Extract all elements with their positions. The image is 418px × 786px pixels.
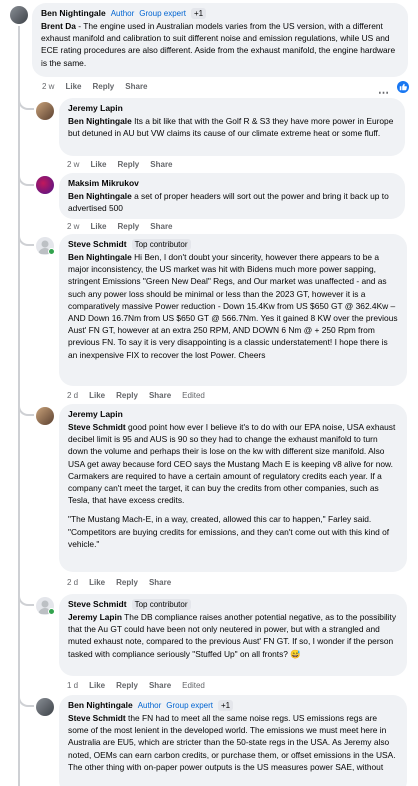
comment-bubble: Jeremy Lapin Steve Schmidt good point ho… xyxy=(59,404,407,572)
mention-link[interactable]: Brent Da xyxy=(41,21,76,31)
reply-button[interactable]: Reply xyxy=(92,82,114,91)
comment-bubble: Steve Schmidt Top contributor Jeremy Lap… xyxy=(59,594,407,676)
mention-link[interactable]: Ben Nightingale xyxy=(68,116,132,126)
badge-count: +1 xyxy=(190,8,207,19)
comment-actions: 2 d Like Reply Share Edited xyxy=(67,391,205,400)
comment-text: Ben Nightingale Its a bit like that with… xyxy=(68,116,394,139)
reply-button[interactable]: Reply xyxy=(117,222,139,231)
author-name[interactable]: Steve Schmidt xyxy=(68,239,127,250)
comment-text: Steve Schmidt the FN had to meet all the… xyxy=(68,713,396,772)
comment-ben-1: Ben Nightingale Author Group expert +1 B… xyxy=(0,0,418,100)
comment-text: Brent Da - The engine used in Australian… xyxy=(41,21,396,68)
mention-link[interactable]: Ben Nightingale xyxy=(68,191,132,201)
quote-text: "The Mustang Mach-E, in a way, created, … xyxy=(68,514,390,549)
comment-steve-2: Steve Schmidt Top contributor Jeremy Lap… xyxy=(0,594,418,694)
reply-button[interactable]: Reply xyxy=(116,578,138,587)
reply-button[interactable]: Reply xyxy=(116,391,138,400)
comment-text: Ben Nightingale Hi Ben, I don't doubt yo… xyxy=(68,252,398,360)
badge-count: +1 xyxy=(217,700,234,711)
comment-text: Ben Nightingale a set of proper headers … xyxy=(68,191,389,214)
avatar[interactable] xyxy=(36,407,54,425)
share-button[interactable]: Share xyxy=(149,391,171,400)
like-button[interactable]: Like xyxy=(89,681,105,690)
avatar[interactable] xyxy=(36,698,54,716)
online-status-icon xyxy=(48,608,55,615)
comment-actions: 1 d Like Reply Share Edited xyxy=(67,681,205,690)
comment-steve-1: Steve Schmidt Top contributor Ben Nighti… xyxy=(0,234,418,404)
online-status-icon xyxy=(48,248,55,255)
comment-actions: 2 w Like Reply Share xyxy=(67,222,173,231)
author-name[interactable]: Steve Schmidt xyxy=(68,599,127,610)
timestamp[interactable]: 2 d xyxy=(67,391,78,400)
comment-actions: 2 d Like Reply Share xyxy=(67,578,171,587)
mention-link[interactable]: Steve Schmidt xyxy=(68,713,126,723)
like-button[interactable]: Like xyxy=(89,578,105,587)
timestamp[interactable]: 2 d xyxy=(67,578,78,587)
avatar[interactable] xyxy=(10,6,28,24)
like-button[interactable]: Like xyxy=(90,160,106,169)
top-contributor-badge: Top contributor xyxy=(131,599,191,610)
like-button[interactable]: Like xyxy=(89,391,105,400)
author-name[interactable]: Maksim Mikrukov xyxy=(68,178,139,189)
comment-jeremy-2: Jeremy Lapin Steve Schmidt good point ho… xyxy=(0,404,418,592)
author-name[interactable]: Ben Nightingale xyxy=(68,700,133,711)
comment-bubble: Jeremy Lapin Ben Nightingale Its a bit l… xyxy=(59,98,405,156)
comment-bubble: Maksim Mikrukov Ben Nightingale a set of… xyxy=(59,173,405,219)
comment-text: Steve Schmidt good point how ever I beli… xyxy=(68,421,398,550)
comment-bubble: Ben Nightingale Author Group expert +1 B… xyxy=(32,3,408,77)
group-expert-badge: Group expert xyxy=(139,9,186,18)
author-badge: Author xyxy=(137,701,162,710)
like-button[interactable]: Like xyxy=(90,222,106,231)
reply-button[interactable]: Reply xyxy=(117,160,139,169)
comment-actions: 2 w Like Reply Share xyxy=(67,160,173,169)
comment-bubble: Steve Schmidt Top contributor Ben Nighti… xyxy=(59,234,407,386)
author-name[interactable]: Ben Nightingale xyxy=(41,8,106,19)
thumbs-up-icon[interactable] xyxy=(397,81,409,93)
edited-label: Edited xyxy=(182,391,205,400)
mention-link[interactable]: Steve Schmidt xyxy=(68,422,126,432)
share-button[interactable]: Share xyxy=(150,222,172,231)
share-button[interactable]: Share xyxy=(125,82,147,91)
top-contributor-badge: Top contributor xyxy=(131,239,191,250)
mention-link[interactable]: Jeremy Lapin xyxy=(68,612,122,622)
mention-link[interactable]: Ben Nightingale xyxy=(68,252,132,262)
timestamp[interactable]: 2 w xyxy=(67,222,79,231)
author-badge: Author xyxy=(110,9,135,18)
comment-bubble: Ben Nightingale Author Group expert +1 S… xyxy=(59,695,407,786)
comment-actions: 2 w Like Reply Share xyxy=(42,82,148,91)
author-name[interactable]: Jeremy Lapin xyxy=(68,409,123,420)
group-expert-badge: Group expert xyxy=(166,701,213,710)
timestamp[interactable]: 1 d xyxy=(67,681,78,690)
avatar[interactable] xyxy=(36,102,54,120)
edited-label: Edited xyxy=(182,681,205,690)
comment-text: Jeremy Lapin The DB compliance raises an… xyxy=(68,612,397,659)
comment-jeremy-1: Jeremy Lapin Ben Nightingale Its a bit l… xyxy=(0,98,418,176)
timestamp[interactable]: 2 w xyxy=(67,160,79,169)
comment-ben-2: Ben Nightingale Author Group expert +1 S… xyxy=(0,695,418,786)
comment-maksim: Maksim Mikrukov Ben Nightingale a set of… xyxy=(0,173,418,235)
share-button[interactable]: Share xyxy=(149,681,171,690)
timestamp[interactable]: 2 w xyxy=(42,82,54,91)
reply-button[interactable]: Reply xyxy=(116,681,138,690)
like-button[interactable]: Like xyxy=(65,82,81,91)
share-button[interactable]: Share xyxy=(149,578,171,587)
author-name[interactable]: Jeremy Lapin xyxy=(68,103,123,114)
share-button[interactable]: Share xyxy=(150,160,172,169)
avatar[interactable] xyxy=(36,176,54,194)
